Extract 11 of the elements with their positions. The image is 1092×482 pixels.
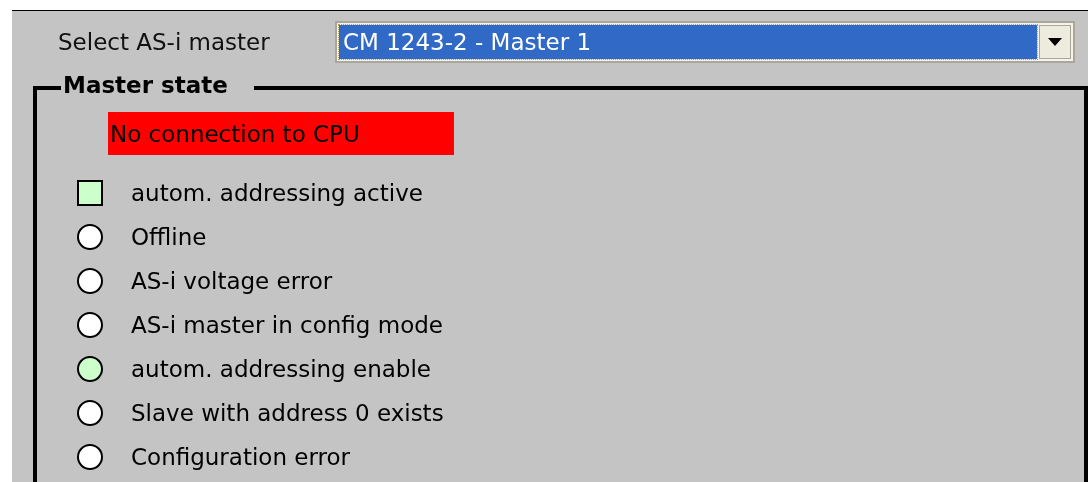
status-label: AS-i master in config mode [131, 312, 443, 338]
status-label: AS-i voltage error [131, 268, 333, 294]
status-label: Slave with address 0 exists [131, 400, 444, 426]
field-label: Select AS-i master [57, 29, 271, 55]
status-label: Offline [131, 224, 207, 250]
status-label: autom. addressing enable [131, 356, 431, 382]
status-label: Configuration error [131, 444, 350, 470]
status-label: autom. addressing active [131, 180, 423, 206]
dropdown-arrow-icon[interactable] [1048, 38, 1062, 46]
alarm-message: No connection to CPU [108, 112, 454, 155]
master-dropdown[interactable]: CM 1243-2 - Master 1 [335, 21, 1075, 63]
